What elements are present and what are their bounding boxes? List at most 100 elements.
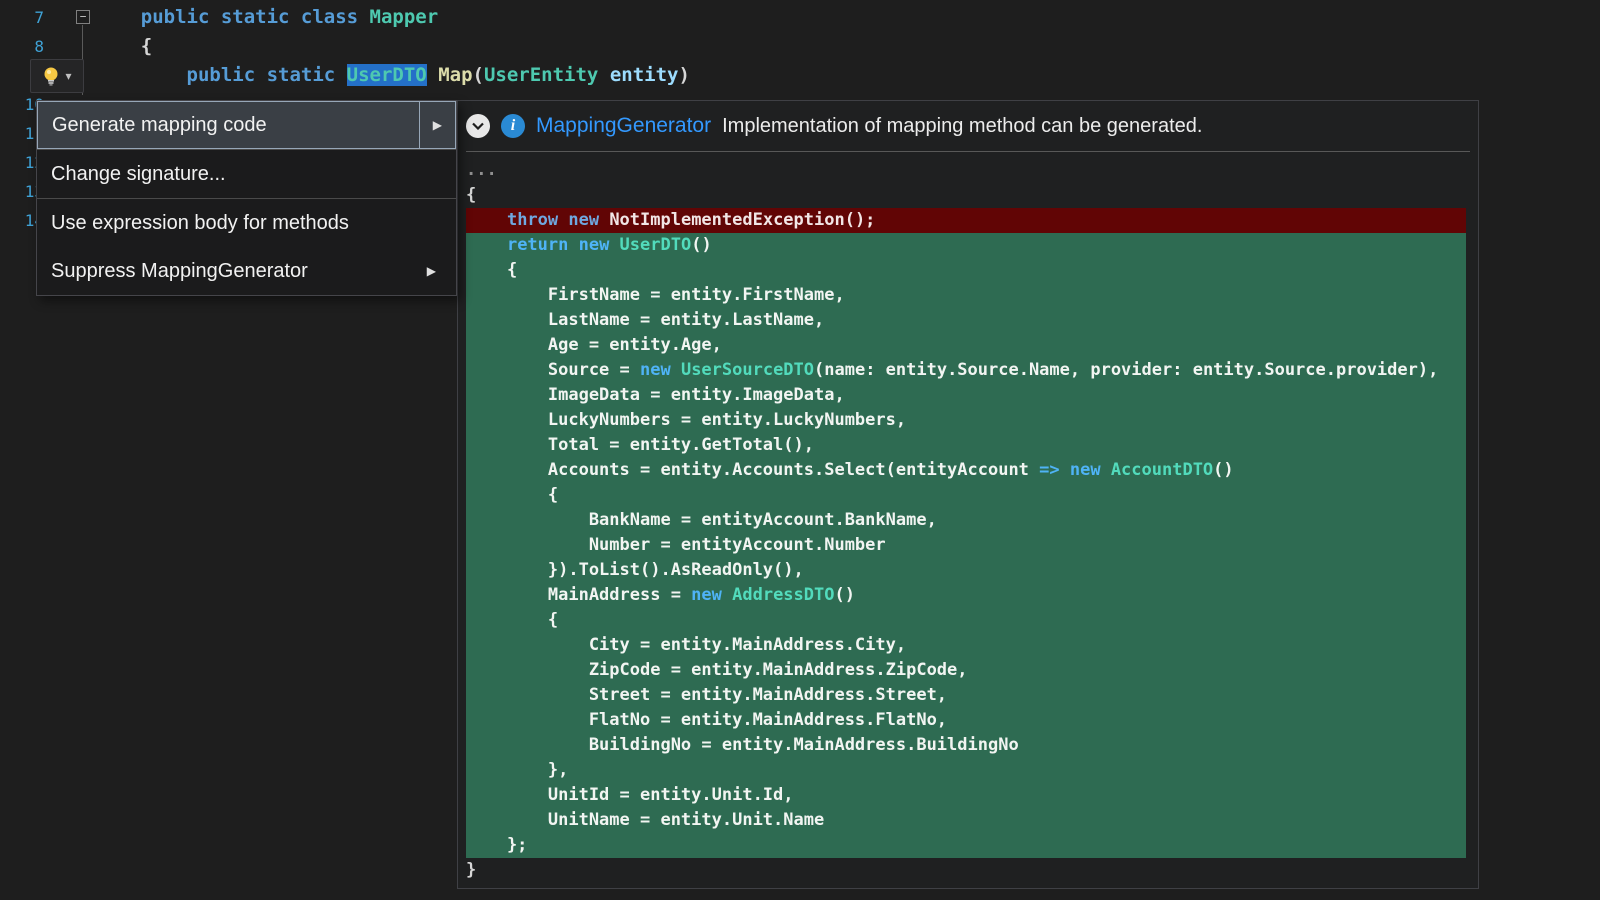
preview-code-line: Age = entity.Age, xyxy=(466,333,1466,358)
preview-code-line: { xyxy=(466,183,1466,208)
code-token: AccountDTO xyxy=(1111,460,1213,480)
preview-header: i MappingGenerator Implementation of map… xyxy=(466,101,1470,152)
mapping-generator-link[interactable]: MappingGenerator xyxy=(536,114,711,138)
preview-code-line: BuildingNo = entity.MainAddress.Building… xyxy=(466,733,1466,758)
code-token: public static class xyxy=(141,6,370,28)
code-token xyxy=(95,6,141,28)
menu-item-suppress-mappinggenerator[interactable]: Suppress MappingGenerator ▶ xyxy=(37,247,456,295)
preview-code-line: Total = entity.GetTotal(), xyxy=(466,433,1466,458)
preview-code-line: }).ToList().AsReadOnly(), xyxy=(466,558,1466,583)
preview-code-line: MainAddress = new AddressDTO() xyxy=(466,583,1466,608)
editor-line[interactable]: 8 { xyxy=(0,32,1600,61)
menu-item-label: Use expression body for methods xyxy=(51,212,349,235)
preview-code-line: UnitId = entity.Unit.Id, xyxy=(466,783,1466,808)
preview-pane: i MappingGenerator Implementation of map… xyxy=(457,100,1479,889)
code-token: City = entity.MainAddress.City, xyxy=(466,635,906,655)
preview-code-line: ZipCode = entity.MainAddress.ZipCode, xyxy=(466,658,1466,683)
preview-message: Implementation of mapping method can be … xyxy=(722,115,1202,138)
code-token: ImageData = entity.ImageData, xyxy=(466,385,845,405)
code-token: ... xyxy=(466,160,497,180)
preview-code-line: Source = new UserSourceDTO(name: entity.… xyxy=(466,358,1466,383)
editor-line-code: { xyxy=(44,32,152,61)
code-token: UserEntity xyxy=(484,64,598,86)
code-token: BankName = entityAccount.BankName, xyxy=(466,510,937,530)
editor-line[interactable]: 9 public static UserDTO Map(UserEntity e… xyxy=(0,61,1600,90)
preview-code-line: return new UserDTO() xyxy=(466,233,1466,258)
submenu-arrow-icon: ▶ xyxy=(419,102,455,148)
code-token: MainAddress = xyxy=(466,585,691,605)
code-token: AddressDTO xyxy=(732,585,834,605)
code-token: public static xyxy=(187,64,347,86)
code-token: throw new xyxy=(507,210,609,230)
quick-actions-menu: Generate mapping code▶ Change signature..… xyxy=(36,100,457,296)
code-token xyxy=(95,64,187,86)
code-token: ) xyxy=(678,64,689,86)
preview-code-line: throw new NotImplementedException(); xyxy=(466,208,1466,233)
code-token: FirstName = entity.FirstName, xyxy=(466,285,845,305)
menu-item-use-expression-body-for-methods[interactable]: Use expression body for methods xyxy=(37,199,456,247)
preview-code-line: { xyxy=(466,258,1466,283)
code-token: => new xyxy=(1039,460,1111,480)
lightbulb-widget[interactable]: ▾ xyxy=(30,59,84,93)
editor-line-code: public static UserDTO Map(UserEntity ent… xyxy=(44,61,690,90)
editor-line-code: public static class Mapper xyxy=(44,3,438,32)
code-token xyxy=(466,210,507,230)
code-token: LuckyNumbers = entity.LuckyNumbers, xyxy=(466,410,906,430)
preview-code-line: }, xyxy=(466,758,1466,783)
code-token: BuildingNo = entity.MainAddress.Building… xyxy=(466,735,1019,755)
preview-code-line: City = entity.MainAddress.City, xyxy=(466,633,1466,658)
code-token: { xyxy=(466,485,558,505)
preview-code-line: } xyxy=(466,858,1466,883)
preview-code-line: FirstName = entity.FirstName, xyxy=(466,283,1466,308)
preview-code-line: Number = entityAccount.Number xyxy=(466,533,1466,558)
menu-item-label: Change signature... xyxy=(51,163,226,186)
menu-item-generate-mapping-code[interactable]: Generate mapping code▶ xyxy=(37,101,456,149)
menu-item-change-signature[interactable]: Change signature... xyxy=(37,150,456,198)
code-token: { xyxy=(466,185,476,205)
code-token: UserDTO xyxy=(347,64,427,86)
code-token: Number = entityAccount.Number xyxy=(466,535,886,555)
menu-item-label: Suppress MappingGenerator xyxy=(51,260,308,283)
code-token: { xyxy=(466,610,558,630)
chevron-down-circle-icon[interactable] xyxy=(466,114,490,138)
code-token: { xyxy=(466,260,517,280)
code-token: new xyxy=(640,360,681,380)
code-token: () xyxy=(1213,460,1233,480)
code-token: Accounts = entity.Accounts.Select(entity… xyxy=(466,460,1039,480)
code-token: Mapper xyxy=(370,6,439,28)
code-token xyxy=(427,64,438,86)
code-token: (name: entity.Source.Name, provider: ent… xyxy=(814,360,1438,380)
code-token: return new xyxy=(507,235,620,255)
preview-code-line: LastName = entity.LastName, xyxy=(466,308,1466,333)
preview-code-line: { xyxy=(466,483,1466,508)
preview-code-line: ... xyxy=(466,158,1466,183)
submenu-arrow-icon: ▶ xyxy=(427,264,442,278)
code-token: }, xyxy=(466,760,568,780)
preview-code: ... { throw new NotImplementedException()… xyxy=(466,158,1478,883)
line-number: 8 xyxy=(0,32,44,61)
code-token: UnitName = entity.Unit.Name xyxy=(466,810,824,830)
preview-code-line: BankName = entityAccount.BankName, xyxy=(466,508,1466,533)
code-token: }; xyxy=(466,835,527,855)
fold-collapse-icon[interactable]: − xyxy=(76,10,90,24)
fold-minus-glyph: − xyxy=(80,10,87,23)
code-token: } xyxy=(466,860,476,880)
code-token: new xyxy=(691,585,732,605)
preview-code-line: FlatNo = entity.MainAddress.FlatNo, xyxy=(466,708,1466,733)
code-token: UserSourceDTO xyxy=(681,360,814,380)
code-token: () xyxy=(691,235,711,255)
code-token xyxy=(466,235,507,255)
code-token: Map xyxy=(438,64,472,86)
editor-line[interactable]: 7 public static class Mapper xyxy=(0,3,1600,32)
preview-code-line: { xyxy=(466,608,1466,633)
code-token: ( xyxy=(473,64,484,86)
info-icon: i xyxy=(501,114,525,138)
code-token: Total = entity.GetTotal(), xyxy=(466,435,814,455)
code-token: Street = entity.MainAddress.Street, xyxy=(466,685,947,705)
chevron-down-icon: ▾ xyxy=(65,70,71,82)
line-number: 7 xyxy=(0,3,44,32)
code-token: Source = xyxy=(466,360,640,380)
code-token: { xyxy=(95,35,152,57)
code-token: FlatNo = entity.MainAddress.FlatNo, xyxy=(466,710,947,730)
preview-code-line: Street = entity.MainAddress.Street, xyxy=(466,683,1466,708)
